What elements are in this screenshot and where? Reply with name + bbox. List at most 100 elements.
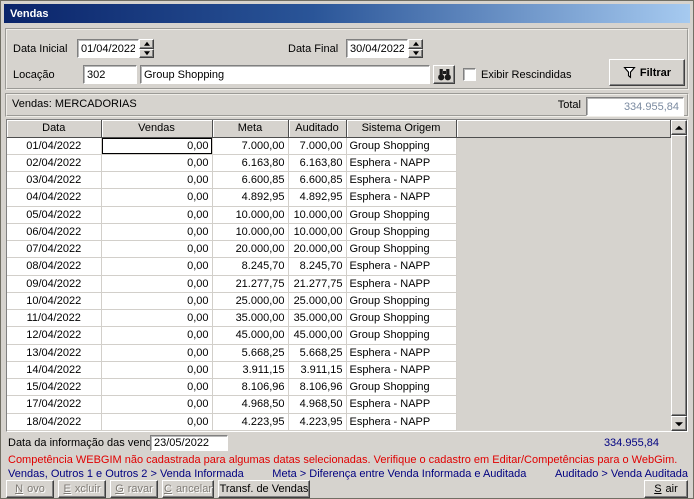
cell-vendas[interactable]: 0,00 <box>101 309 213 328</box>
cell-data[interactable]: 09/04/2022 <box>7 275 102 293</box>
cell-auditado[interactable]: 10.000,00 <box>288 206 347 224</box>
filtrar-button[interactable]: Filtrar <box>609 59 685 86</box>
cell-meta[interactable]: 4.223,95 <box>212 413 289 431</box>
cell-vendas[interactable]: 0,00 <box>101 344 213 362</box>
table-row[interactable]: 02/04/2022 0,00 6.163,80 6.163,80 Esphera - … <box>7 154 671 173</box>
cell-data[interactable]: 12/04/2022 <box>7 326 102 345</box>
cell-meta[interactable]: 3.911,15 <box>212 361 289 380</box>
cell-data[interactable]: 08/04/2022 <box>7 257 102 276</box>
cell-data[interactable]: 11/04/2022 <box>7 309 102 328</box>
cell-vendas[interactable]: 0,00 <box>101 413 213 431</box>
cell-meta[interactable]: 6.163,80 <box>212 154 289 173</box>
cell-sistema-origem[interactable]: Esphera - NAPP <box>346 413 457 431</box>
cell-data[interactable]: 07/04/2022 <box>7 240 102 259</box>
table-row[interactable]: 03/04/2022 0,00 6.600,85 6.600,85 Esphera - … <box>7 171 671 190</box>
data-inicial-spin-down-icon[interactable] <box>139 48 154 58</box>
cell-meta[interactable]: 20.000,00 <box>212 240 289 259</box>
cell-auditado[interactable]: 7.000,00 <box>288 137 347 155</box>
table-row[interactable]: 08/04/2022 0,00 8.245,70 8.245,70 Esphera - … <box>7 257 671 276</box>
table-row[interactable]: 11/04/2022 0,00 35.000,00 35.000,00 Group Sh… <box>7 309 671 328</box>
transf-vendas-button[interactable]: Transf. de Vendas <box>218 480 310 498</box>
cell-sistema-origem[interactable]: Esphera - NAPP <box>346 275 457 293</box>
cell-vendas[interactable]: 0,00 <box>101 206 213 224</box>
cell-meta[interactable]: 7.000,00 <box>212 137 289 155</box>
cell-vendas[interactable]: 0,00 <box>101 188 213 207</box>
cell-vendas[interactable]: 0,00 <box>101 154 213 173</box>
cell-sistema-origem[interactable]: Group Shopping <box>346 240 457 259</box>
cell-vendas[interactable]: 0,00 <box>101 137 213 155</box>
cell-sistema-origem[interactable]: Esphera - NAPP <box>346 344 457 362</box>
cell-sistema-origem[interactable]: Esphera - NAPP <box>346 154 457 173</box>
cell-auditado[interactable]: 35.000,00 <box>288 309 347 328</box>
cell-auditado[interactable]: 3.911,15 <box>288 361 347 380</box>
cell-sistema-origem[interactable]: Group Shopping <box>346 378 457 397</box>
cell-sistema-origem[interactable]: Esphera - NAPP <box>346 171 457 190</box>
table-row[interactable]: 10/04/2022 0,00 25.000,00 25.000,00 Group Sh… <box>7 292 671 311</box>
cell-auditado[interactable]: 4.223,95 <box>288 413 347 431</box>
table-row[interactable]: 18/04/2022 0,00 4.223,95 4.223,95 Esphera - … <box>7 413 671 431</box>
cell-data[interactable]: 10/04/2022 <box>7 292 102 311</box>
cell-data[interactable]: 03/04/2022 <box>7 171 102 190</box>
cell-auditado[interactable]: 25.000,00 <box>288 292 347 311</box>
locacao-name-input[interactable] <box>140 65 430 84</box>
cell-sistema-origem[interactable]: Group Shopping <box>346 292 457 311</box>
cell-vendas[interactable]: 0,00 <box>101 171 213 190</box>
cancelar-button[interactable]: Cancelar <box>162 480 214 498</box>
cell-data[interactable]: 13/04/2022 <box>7 344 102 362</box>
cell-data[interactable]: 05/04/2022 <box>7 206 102 224</box>
cell-meta[interactable]: 35.000,00 <box>212 309 289 328</box>
locacao-code-input[interactable] <box>83 65 137 84</box>
cell-meta[interactable]: 10.000,00 <box>212 206 289 224</box>
cell-sistema-origem[interactable]: Group Shopping <box>346 206 457 224</box>
excluir-button[interactable]: Excluir <box>58 480 106 498</box>
cell-vendas[interactable]: 0,00 <box>101 223 213 242</box>
novo-button[interactable]: Novo <box>6 480 54 498</box>
cell-data[interactable]: 06/04/2022 <box>7 223 102 242</box>
vertical-scrollbar[interactable] <box>671 120 687 431</box>
cell-meta[interactable]: 45.000,00 <box>212 326 289 345</box>
scroll-up-icon[interactable] <box>671 120 687 135</box>
cell-data[interactable]: 02/04/2022 <box>7 154 102 173</box>
cell-vendas[interactable]: 0,00 <box>101 292 213 311</box>
cell-data[interactable]: 14/04/2022 <box>7 361 102 380</box>
locacao-search-button[interactable] <box>433 65 455 84</box>
cell-vendas[interactable]: 0,00 <box>101 257 213 276</box>
cell-meta[interactable]: 8.245,70 <box>212 257 289 276</box>
table-row[interactable]: 07/04/2022 0,00 20.000,00 20.000,00 Group Sh… <box>7 240 671 259</box>
cell-data[interactable]: 04/04/2022 <box>7 188 102 207</box>
sair-button[interactable]: Sair <box>644 480 688 498</box>
table-row[interactable]: 15/04/2022 0,00 8.106,96 8.106,96 Group Shop… <box>7 378 671 397</box>
cell-meta[interactable]: 6.600,85 <box>212 171 289 190</box>
cell-auditado[interactable]: 8.245,70 <box>288 257 347 276</box>
cell-auditado[interactable]: 4.892,95 <box>288 188 347 207</box>
cell-meta[interactable]: 21.277,75 <box>212 275 289 293</box>
cell-sistema-origem[interactable]: Group Shopping <box>346 326 457 345</box>
data-inicial-spin-up-icon[interactable] <box>139 39 154 49</box>
cell-meta[interactable]: 8.106,96 <box>212 378 289 397</box>
data-final-spin-down-icon[interactable] <box>408 48 423 58</box>
table-row[interactable]: 04/04/2022 0,00 4.892,95 4.892,95 Esphera - … <box>7 188 671 207</box>
cell-meta[interactable]: 25.000,00 <box>212 292 289 311</box>
cell-sistema-origem[interactable]: Group Shopping <box>346 223 457 242</box>
table-row[interactable]: 09/04/2022 0,00 21.277,75 21.277,75 Esphera … <box>7 275 671 293</box>
scroll-down-icon[interactable] <box>671 416 687 431</box>
table-row[interactable]: 14/04/2022 0,00 3.911,15 3.911,15 Esphera - … <box>7 361 671 380</box>
table-row[interactable]: 12/04/2022 0,00 45.000,00 45.000,00 Group Sh… <box>7 326 671 345</box>
cell-auditado[interactable]: 21.277,75 <box>288 275 347 293</box>
cell-data[interactable]: 15/04/2022 <box>7 378 102 397</box>
table-row[interactable]: 05/04/2022 0,00 10.000,00 10.000,00 Group Sh… <box>7 206 671 224</box>
cell-vendas[interactable]: 0,00 <box>101 378 213 397</box>
cell-meta[interactable]: 4.892,95 <box>212 188 289 207</box>
cell-sistema-origem[interactable]: Esphera - NAPP <box>346 257 457 276</box>
table-row[interactable]: 17/04/2022 0,00 4.968,50 4.968,50 Esphera - … <box>7 395 671 414</box>
titlebar[interactable]: Vendas <box>4 4 690 23</box>
cell-vendas[interactable]: 0,00 <box>101 326 213 345</box>
cell-vendas[interactable]: 0,00 <box>101 275 213 293</box>
data-inicial-input[interactable] <box>77 39 139 58</box>
cell-data[interactable]: 17/04/2022 <box>7 395 102 414</box>
cell-data[interactable]: 18/04/2022 <box>7 413 102 431</box>
cell-vendas[interactable]: 0,00 <box>101 395 213 414</box>
cell-sistema-origem[interactable]: Esphera - NAPP <box>346 188 457 207</box>
cell-auditado[interactable]: 6.163,80 <box>288 154 347 173</box>
cell-auditado[interactable]: 4.968,50 <box>288 395 347 414</box>
